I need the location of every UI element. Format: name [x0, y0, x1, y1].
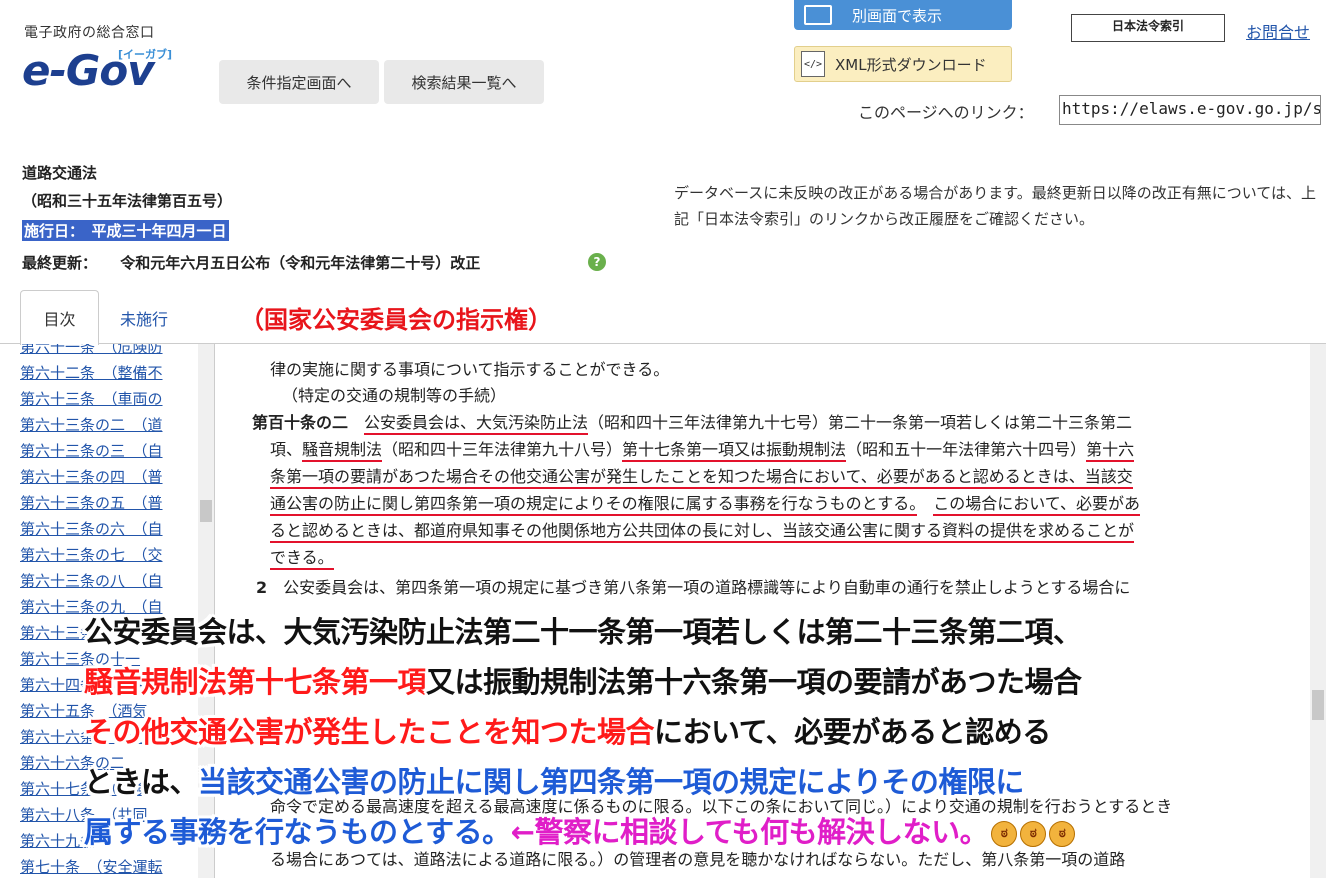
text-line: できる。: [270, 544, 334, 570]
toc-item[interactable]: 第六十三条の三 （自: [20, 438, 198, 464]
overlay-line-5: 属する事務を行なうものとする。←警察に相談しても何も解決しない。 ಠ ಠ ಠ: [84, 809, 1076, 851]
effective-date: 施行日： 平成三十年四月一日: [22, 220, 229, 241]
toc-item[interactable]: 第六十三条の二 （道: [20, 412, 198, 438]
contact-link[interactable]: お問合せ: [1246, 19, 1310, 43]
new-window-button[interactable]: 別画面で表示: [794, 0, 1012, 30]
paragraph-number: 2: [256, 578, 268, 597]
main-scrollbar[interactable]: [1310, 344, 1326, 878]
logo-subtitle: 電子政府の総合窓口: [24, 25, 155, 41]
overlay-line-3: その他交通公害が発生したことを知つた場合において、必要があると認める: [84, 715, 1051, 749]
text-line: 2 公安委員会は、第四条第一項の規定に基づき第八条第一項の道路標識等により自動車…: [256, 578, 1131, 597]
xml-download-button[interactable]: </> XML形式ダウンロード: [794, 46, 1012, 82]
last-update: 最終更新： 令和元年六月五日公布（令和元年法律第二十号）改正: [22, 252, 480, 273]
text-line: ると認めるときは、都道府県知事その他関係地方公共団体の長に対し、当該交通公害に関…: [270, 517, 1135, 543]
search-results-button[interactable]: 検索結果一覧へ: [384, 60, 544, 104]
hourei-index-logo[interactable]: 日本法令索引: [1071, 14, 1225, 42]
angry-face-icon: ಠ: [1020, 821, 1047, 847]
text-line: 項、騒音規制法（昭和四十三年法律第九十八号）第十七条第一項又は振動規制法（昭和五…: [270, 436, 1135, 462]
tab-unenforced[interactable]: 未施行: [120, 306, 168, 330]
toc-item[interactable]: 第六十三条の七 （交: [20, 542, 198, 568]
xml-download-label: XML形式ダウンロード: [835, 55, 987, 74]
sidebar-scroll-thumb[interactable]: [200, 500, 212, 522]
overlay-line-4: ときは、当該交通公害の防止に関し第四条第一項の規定によりその権限に: [84, 765, 1024, 799]
toc-item[interactable]: 第六十三条の八 （自: [20, 568, 198, 594]
page-link-field[interactable]: https://elaws.e-gov.go.jp/sea: [1059, 95, 1321, 125]
annotation-heading: （国家公安委員会の指示権）: [240, 306, 552, 334]
condition-screen-button[interactable]: 条件指定画面へ: [219, 60, 379, 104]
toc-item[interactable]: 第七十条 （安全運転: [20, 854, 198, 878]
new-window-label: 別画面で表示: [852, 6, 943, 25]
article-number: 第百十条の二: [252, 413, 349, 432]
underlined-phrase: 公安委員会は、大気汚染防止法: [364, 413, 589, 435]
xml-file-icon: </>: [801, 51, 825, 77]
section-caption: （特定の交通の規制等の手続）: [282, 386, 507, 405]
text-line: 律の実施に関する事項について指示することができる。: [270, 360, 670, 379]
window-icon: [804, 5, 832, 25]
toc-item[interactable]: 第六十三条の六 （自: [20, 516, 198, 542]
toc-item[interactable]: 第六十二条 （整備不: [20, 360, 198, 386]
last-update-label: 最終更新：: [22, 254, 98, 272]
logo-kana: [イーガブ]: [118, 48, 173, 61]
text-line: 通公害の防止に関し第四条第一項の規定によりその権限に属する事務を行なうものとする…: [270, 490, 1140, 516]
help-icon[interactable]: ?: [588, 253, 606, 271]
overlay-line-1: 公安委員会は、大気汚染防止法第二十一条第一項若しくは第二十三条第二項、: [84, 615, 1082, 649]
main-scroll-thumb[interactable]: [1312, 690, 1324, 720]
last-update-value: 令和元年六月五日公布（令和元年法律第二十号）改正: [120, 254, 481, 272]
page-link-label: このページへのリンク：: [858, 103, 1034, 122]
angry-face-icon: ಠ: [1049, 821, 1076, 847]
law-title: 道路交通法: [22, 164, 98, 182]
underlined-phrase: 騒音規制法: [302, 440, 383, 462]
text-line: 条第一項の要請があつた場合その他交通公害が発生したことを知つた場合において、必要…: [270, 463, 1133, 489]
toc-item[interactable]: 第六十三条の四 （普: [20, 464, 198, 490]
toc-item[interactable]: 第六十三条の五 （普: [20, 490, 198, 516]
tab-toc[interactable]: 目次: [20, 290, 99, 345]
underlined-phrase: 第十七条第一項又は振動規制法: [622, 440, 847, 462]
underlined-phrase: 第十六: [1086, 440, 1135, 462]
toc-item[interactable]: 第六十三条 （車両の: [20, 386, 198, 412]
text-line: 第百十条の二 公安委員会は、大気汚染防止法（昭和四十三年法律第九十七号）第二十一…: [252, 409, 1132, 435]
toc-item[interactable]: 第六十一条 （危険防: [20, 344, 198, 360]
angry-face-icon: ಠ: [991, 821, 1018, 847]
database-note: データベースに未反映の改正がある場合があります。最終更新日以降の改正有無について…: [674, 184, 1317, 228]
overlay-line-2: 騒音規制法第十七条第一項又は振動規制法第十六条第一項の要請があつた場合: [84, 665, 1082, 699]
law-number: （昭和三十五年法律第百五号）: [22, 192, 233, 210]
